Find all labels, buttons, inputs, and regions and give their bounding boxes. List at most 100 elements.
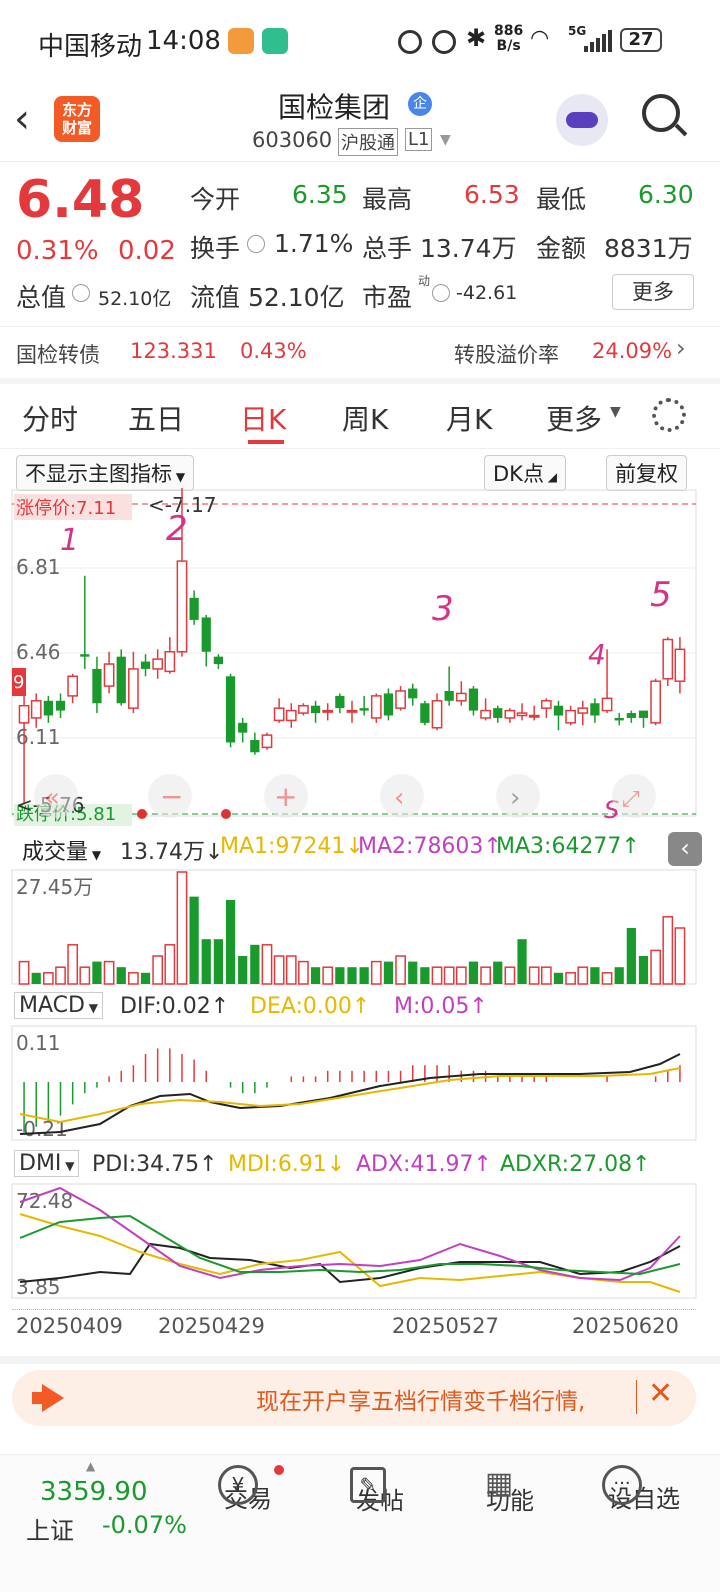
candle-body [213, 656, 224, 665]
index-pct: -0.07% [102, 1511, 187, 1539]
annotation-mark: 5 [650, 575, 672, 615]
tab-intraday[interactable]: 分时 [22, 398, 78, 438]
dropdown-icon[interactable]: ▼ [440, 132, 451, 148]
back-icon[interactable]: ‹ [14, 96, 30, 142]
candle-body [80, 654, 90, 657]
candle-body [116, 656, 126, 704]
candle-body [626, 713, 636, 718]
svg-text:«: « [44, 783, 60, 813]
mcap-value: 52.10亿 [98, 288, 172, 310]
kline-chart[interactable]: 涨停价:7.11 <-7.17 6.81 6.46 6.11 跌停价:5.81 … [0, 488, 720, 828]
nav-functions[interactable]: ▦ 功能 [480, 1465, 540, 1516]
edit-icon: ✎ [350, 1467, 386, 1503]
volume-bar [370, 960, 382, 985]
assistant-robot-icon[interactable] [556, 94, 608, 146]
volume-bar [103, 960, 115, 985]
macd-select[interactable]: MACD ▼ [14, 992, 103, 1019]
volume-bar [480, 966, 491, 985]
candle-body [493, 708, 503, 718]
vol-ma1: MA1:97241↓ [220, 834, 364, 859]
x-date: 20250527 [392, 1314, 499, 1338]
volume-bar [79, 966, 91, 985]
bond-pct: 0.43% [240, 339, 307, 363]
bluetooth-icon: ✱ [466, 24, 487, 52]
macd-header: MACD ▼ DIF:0.02↑ DEA:0.00↑ M:0.05↑ [0, 988, 720, 1024]
candle-body [310, 705, 321, 714]
dmi-header: DMI ▼ PDI:34.75↑ MDI:6.91↓ ADX:41.97↑ AD… [0, 1146, 720, 1182]
volume-select[interactable]: 成交量 ▼ [14, 832, 109, 868]
low-value: 6.30 [638, 180, 694, 209]
candle-body [152, 658, 164, 670]
more-button[interactable]: 更多 [612, 274, 694, 310]
volume-bar [455, 966, 467, 985]
tab-monthly[interactable]: 月K [446, 398, 492, 438]
candle-body [431, 700, 443, 729]
bond-name[interactable]: 国检转债 [16, 339, 100, 369]
change-pct: 0.31% [16, 236, 99, 266]
stock-code: 603060 [252, 128, 333, 152]
candle-body [250, 740, 260, 753]
index-value[interactable]: 3359.90 [40, 1477, 148, 1507]
dk-point-button[interactable]: DK点 ◢ [484, 455, 566, 491]
divider [0, 326, 720, 327]
chevron-right-icon[interactable]: › [676, 334, 686, 362]
nav-watchlist[interactable]: ··· 设自选 [602, 1465, 686, 1514]
level-tag: L1 [405, 128, 433, 151]
candle-body [516, 712, 528, 717]
collapse-panel-button[interactable]: ‹ [668, 832, 702, 866]
search-icon[interactable] [642, 94, 688, 137]
info-icon[interactable] [247, 235, 265, 253]
volume-bar [431, 966, 443, 985]
candle-body [504, 709, 516, 719]
nav-post[interactable]: ✎ 发帖 [350, 1465, 410, 1516]
nav-trade[interactable]: ¥ 交易 [218, 1465, 278, 1514]
index-name[interactable]: 上证 [26, 1511, 74, 1546]
promo-banner[interactable]: 现在开户享五档行情变千档行情, ✕ [12, 1370, 696, 1426]
volume-bar [565, 972, 576, 985]
turnover-label: 换手 [190, 234, 241, 263]
volume-bar [55, 966, 66, 985]
annotation-mark: 2 [166, 509, 188, 549]
volume-bar [201, 939, 211, 984]
info-icon[interactable] [432, 284, 450, 302]
y-tick: 6.81 [16, 555, 61, 579]
limit-up-label: 涨停价:7.11 [16, 498, 116, 519]
volume-bar [517, 939, 527, 984]
caret-down-icon: ▼ [610, 404, 621, 420]
info-icon[interactable] [72, 284, 90, 302]
close-icon[interactable]: ✕ [648, 1376, 673, 1411]
indicator-select[interactable]: 不显示主图指标 ▼ [16, 455, 195, 491]
vol-ma3: MA3:64277↑ [496, 834, 640, 859]
tab-weekly[interactable]: 周K [342, 398, 388, 438]
candle-body [614, 717, 624, 721]
volume-label: 总手 [362, 234, 413, 263]
premium-label: 转股溢价率 [454, 343, 559, 367]
dmi-select[interactable]: DMI ▼ [14, 1150, 80, 1177]
app-notification-icon [228, 28, 254, 54]
tab-more[interactable]: 更多 [546, 398, 602, 438]
svg-text:−: − [160, 780, 183, 813]
macd-chart: 0.11 -0.21 [11, 1025, 697, 1141]
amount-value: 8831万 [604, 234, 693, 263]
volume-bar [443, 966, 455, 985]
vol-y-tick: 27.45万 [16, 875, 93, 899]
volume-bar [273, 955, 285, 985]
candle-body [346, 709, 358, 713]
candle-body [238, 722, 248, 733]
notification-dot [274, 1465, 284, 1475]
app-logo[interactable]: 东方 财富 [54, 96, 100, 142]
section-gap [0, 378, 720, 384]
candle-body [370, 695, 382, 719]
settings-gear-icon[interactable] [652, 398, 686, 432]
volume-bar [18, 960, 30, 985]
volume-bar [420, 967, 430, 984]
tab-daily[interactable]: 日K [240, 398, 286, 438]
volume-bar [674, 927, 686, 985]
status-bar: 中国移动 14:08 ✱ 886 B/s ◠ 5G 27 [0, 0, 720, 80]
adjust-button[interactable]: 前复权 [606, 455, 687, 491]
divider [0, 448, 720, 449]
volume-bar [408, 961, 418, 984]
candle-body [540, 700, 552, 709]
tab-five-day[interactable]: 五日 [128, 398, 184, 438]
dmi-adxr: ADXR:27.08↑ [500, 1152, 651, 1177]
